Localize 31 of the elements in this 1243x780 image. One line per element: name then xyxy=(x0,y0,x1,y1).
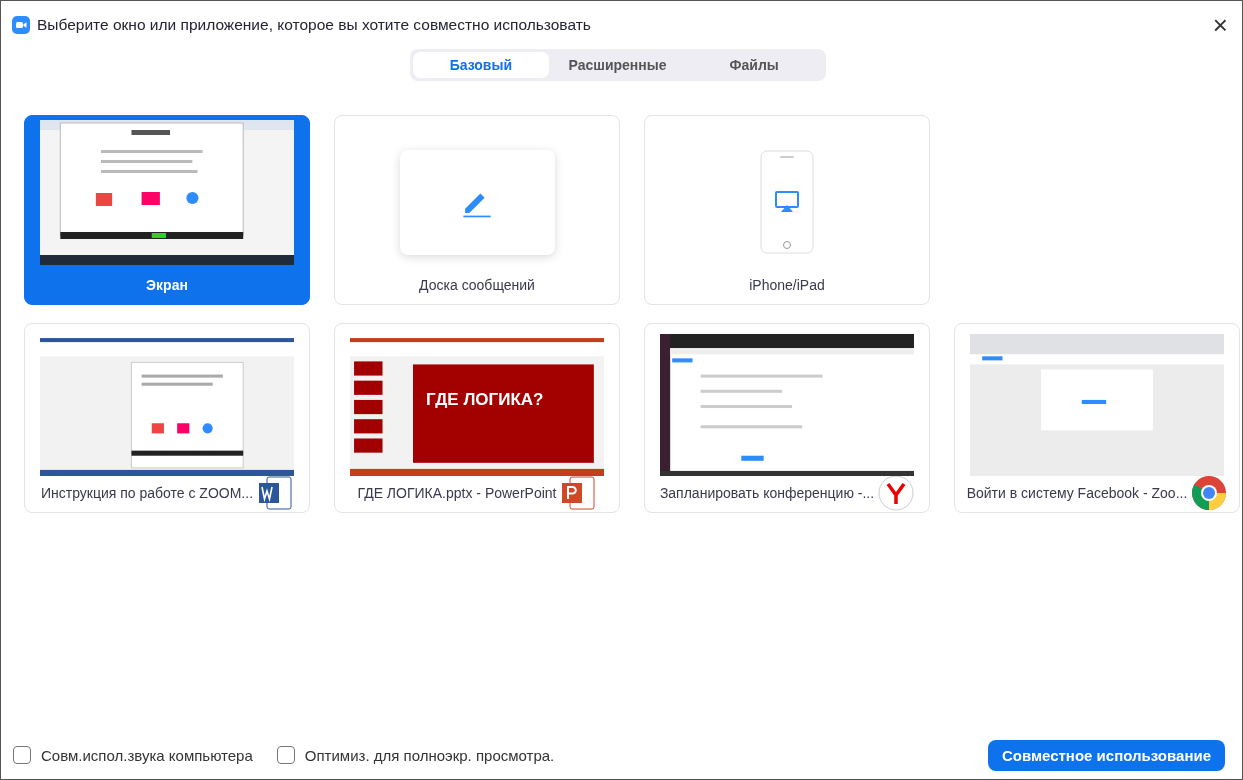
share-tile[interactable]: iPhone/iPad xyxy=(644,115,930,305)
slide-title: ГДЕ ЛОГИКА? xyxy=(426,390,544,410)
checkbox[interactable] xyxy=(13,746,31,764)
share-tile[interactable]: Доска сообщений xyxy=(334,115,620,305)
word-app-icon xyxy=(257,475,294,511)
tile-label: Инструкция по работе с ZOOM... xyxy=(40,485,254,501)
powerpoint-app-icon xyxy=(560,475,597,511)
option-label: Оптимиз. для полноэкр. просмотра. xyxy=(304,746,555,764)
tile-label: Запланировать конференцию -... xyxy=(659,485,875,501)
share-tile[interactable]: ГДЕ ЛОГИКА? ГДЕ ЛОГИКА.pptx - PowerPoint xyxy=(334,323,620,513)
tile-label: Войти в систему Facebook - Zoo... xyxy=(966,485,1188,501)
tile-label: Экран xyxy=(146,277,188,293)
share-tile[interactable]: Запланировать конференцию -... xyxy=(644,323,930,513)
share-tile[interactable]: Экран xyxy=(24,115,310,305)
browser-app-icon xyxy=(1191,475,1228,511)
camera-icon xyxy=(12,16,30,34)
tab[interactable]: Расширенные xyxy=(549,52,686,78)
tab[interactable]: Файлы xyxy=(685,52,823,78)
tile-label: Доска сообщений xyxy=(419,277,535,293)
checkbox[interactable] xyxy=(276,746,295,764)
tile-label: ГДЕ ЛОГИКА.pptx - PowerPoint xyxy=(357,485,557,501)
tab[interactable]: Базовый xyxy=(412,52,550,78)
close-button[interactable]: × xyxy=(1206,12,1234,38)
share-tile[interactable]: Войти в систему Facebook - Zoo... xyxy=(954,323,1240,513)
browser-app-icon xyxy=(878,475,915,511)
window-title: Выберите окно или приложение, которое вы хотите совместно использовать xyxy=(37,16,592,34)
phone-icon xyxy=(760,150,814,254)
option-label: Совм.испол.звука компьютера xyxy=(41,746,253,764)
tile-label: iPhone/iPad xyxy=(749,277,825,293)
share-tile[interactable]: Инструкция по работе с ZOOM... xyxy=(24,323,310,513)
share-button[interactable]: Совместное использование xyxy=(987,739,1225,771)
